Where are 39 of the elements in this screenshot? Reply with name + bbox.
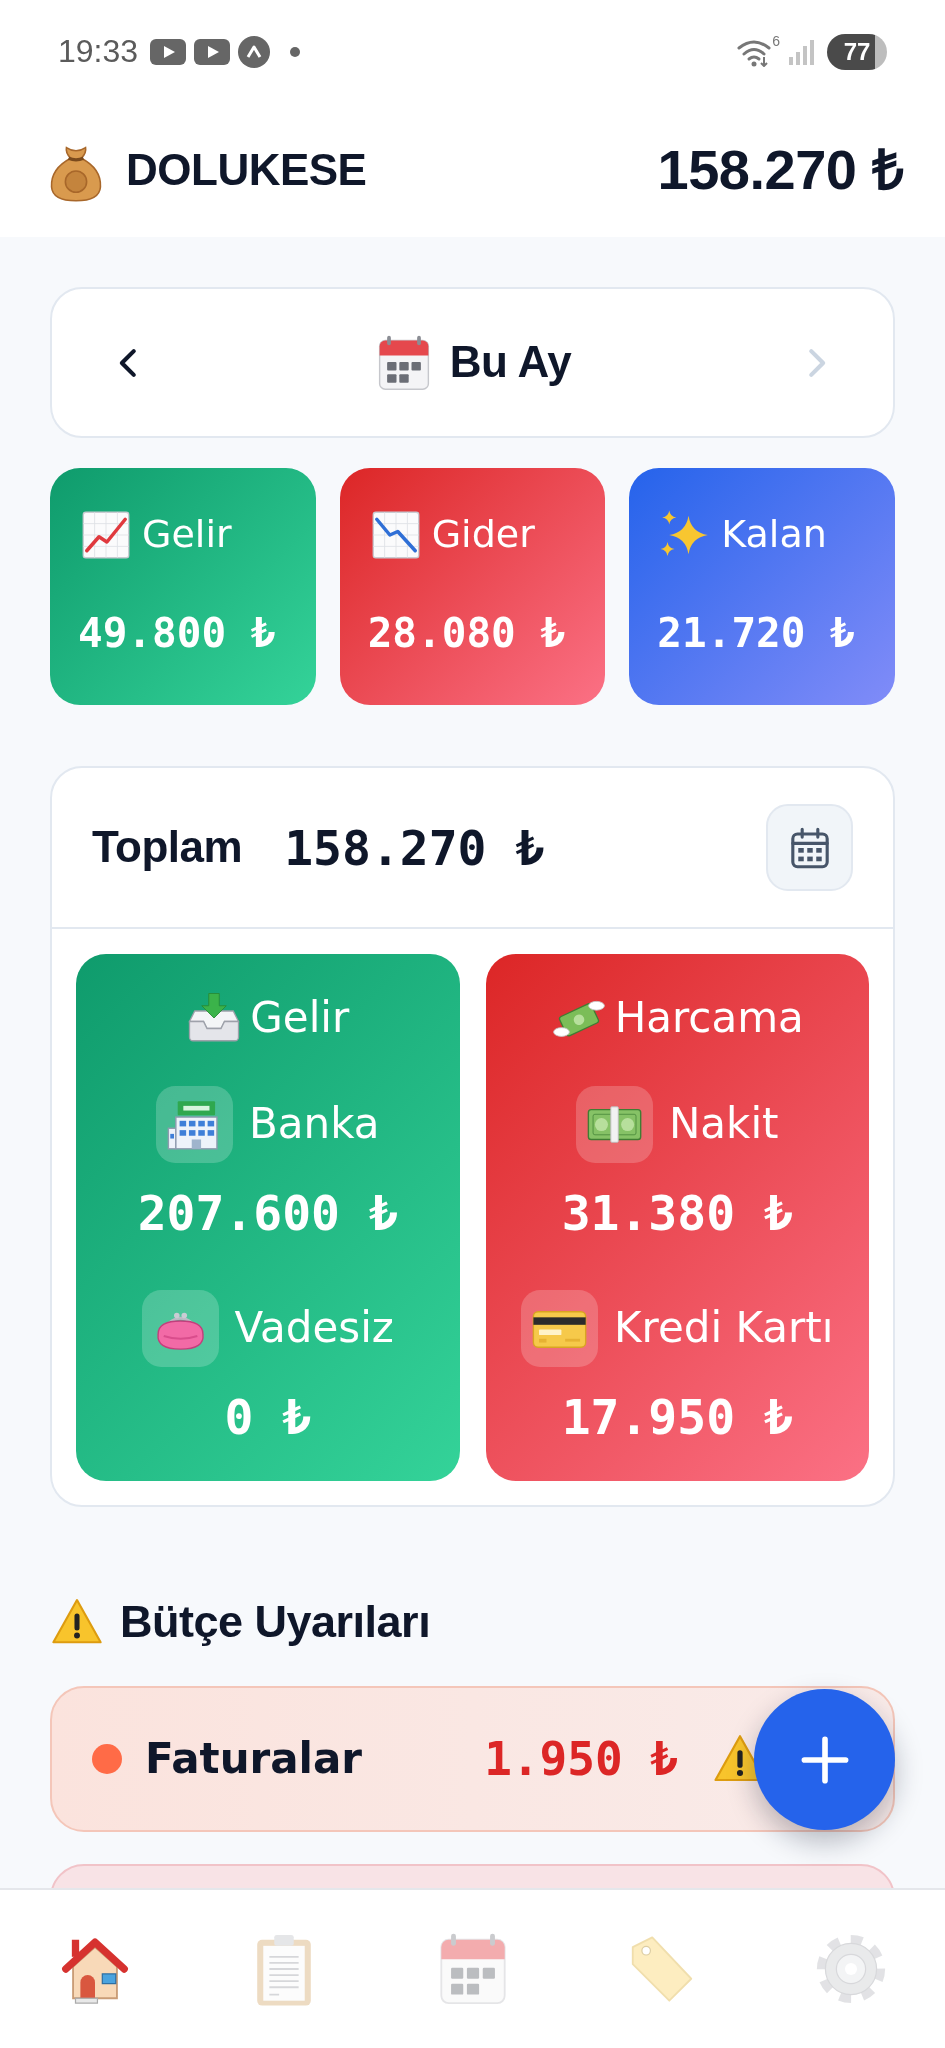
group-title: Harcama <box>614 993 804 1043</box>
summary-label: Kalan <box>721 512 827 558</box>
credit-card-icon <box>521 1290 599 1367</box>
summary-amount: 49.800 ₺ <box>78 608 277 658</box>
alert-category: Faturalar <box>145 1733 364 1785</box>
period-title: Bu Ay <box>449 337 572 388</box>
video-app-icon <box>194 39 231 65</box>
account-amount: 31.380 ₺ <box>561 1185 793 1241</box>
summary-amount: 28.080 ₺ <box>367 608 567 658</box>
purse-icon <box>141 1290 219 1367</box>
floating-add-button[interactable] <box>754 1689 895 1830</box>
account-name: Vadesiz <box>234 1303 394 1354</box>
total-label: Toplam <box>92 822 243 873</box>
notification-dot-icon <box>290 47 301 57</box>
group-title: Gelir <box>250 993 350 1043</box>
alert-amount: 1.950 ₺ <box>484 1730 678 1788</box>
banknote-icon <box>575 1086 653 1163</box>
signal-icon <box>788 38 815 66</box>
account-name: Nakit <box>668 1099 779 1150</box>
account-name: Kredi Kartı <box>614 1303 834 1354</box>
account-amount: 207.600 ₺ <box>137 1185 398 1241</box>
video-app-icon <box>150 39 187 65</box>
budget-alert-row[interactable]: Faturalar 1.950 ₺ <box>50 1686 895 1832</box>
account-amount: 0 ₺ <box>224 1389 312 1445</box>
account-amount: 17.950 ₺ <box>561 1389 793 1445</box>
battery-indicator: 77 <box>827 34 887 70</box>
app-notification-icon <box>238 36 271 68</box>
status-time: 19:33 <box>58 34 139 70</box>
summary-amount: 21.720 ₺ <box>657 608 856 658</box>
app-title: DOLUKESE <box>126 145 367 196</box>
total-amount: 158.270 ₺ <box>284 818 545 878</box>
summary-label: Gelir <box>142 512 232 558</box>
calendar-button[interactable] <box>766 804 853 891</box>
bank-building-icon <box>156 1086 233 1163</box>
section-heading: Bütçe Uyarıları <box>120 1596 431 1648</box>
summary-label: Gider <box>431 512 535 558</box>
total-balance: 158.270 ₺ <box>657 138 903 203</box>
account-name: Banka <box>249 1099 380 1150</box>
wifi-standard-label: 6 <box>772 34 780 48</box>
